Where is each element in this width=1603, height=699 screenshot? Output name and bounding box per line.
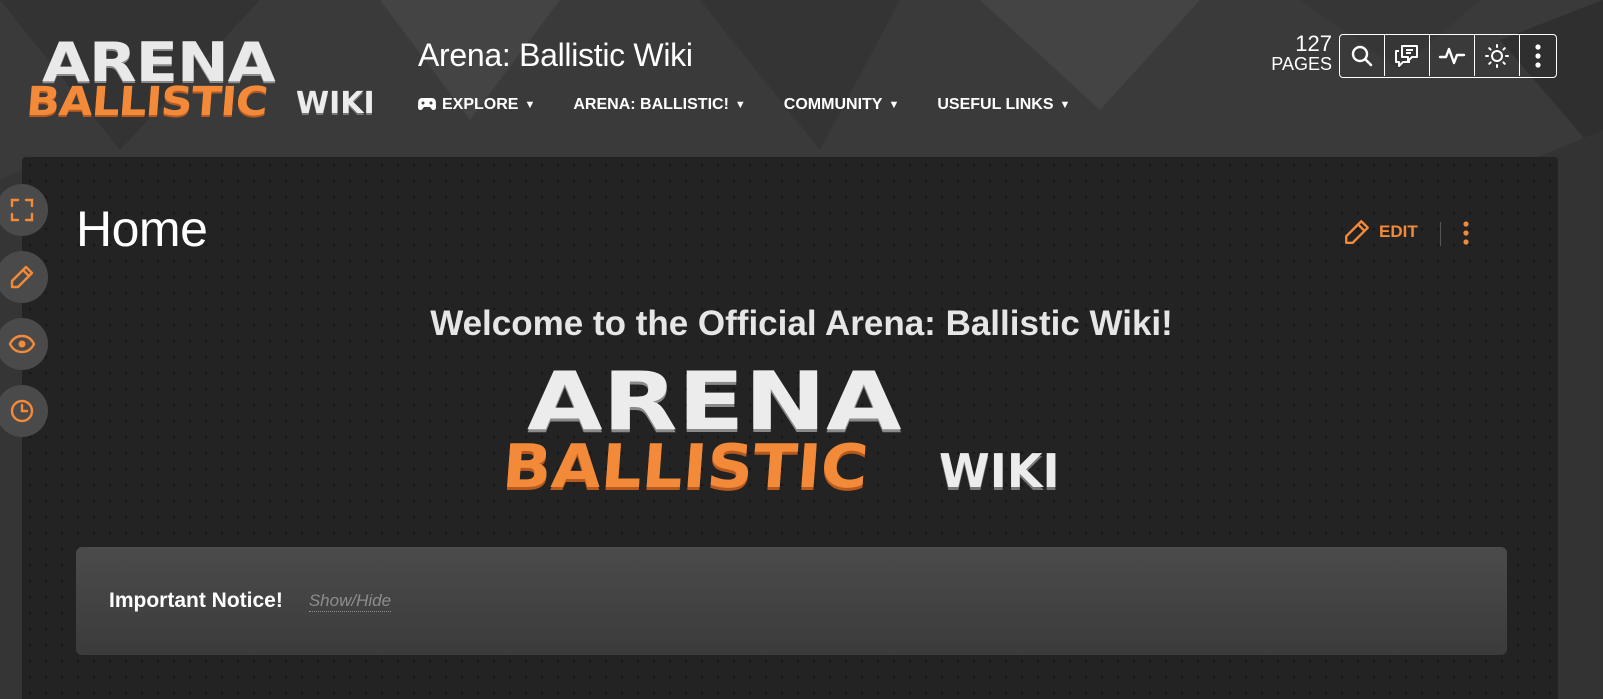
search-icon (1351, 45, 1373, 66)
nav-arena-ballistic[interactable]: ARENA: BALLISTIC! ▼ (573, 96, 745, 114)
page-actions-more-button[interactable] (1462, 220, 1470, 251)
banner-text-ballistic: BALLISTIC (500, 432, 871, 502)
logo-text-wiki: WIKI (296, 86, 375, 121)
nav-community[interactable]: COMMUNITY ▼ (784, 96, 900, 114)
notice-show-hide-toggle[interactable]: Show/Hide (308, 591, 392, 612)
edit-pencil-icon (10, 265, 34, 289)
search-button[interactable] (1340, 35, 1385, 76)
nav-useful-links-label: USEFUL LINKS (937, 96, 1054, 113)
page-count: 127 PAGES (1262, 31, 1332, 75)
caret-down-icon: ▼ (888, 99, 900, 111)
action-divider (1440, 222, 1441, 246)
more-icon (1463, 221, 1469, 245)
banner-text-arena: ARENA (527, 355, 902, 448)
page-count-label: PAGES (1271, 54, 1332, 74)
caret-down-icon: ▼ (524, 99, 536, 111)
important-notice-box: Important Notice! Show/Hide (76, 547, 1507, 655)
wiki-banner-logo: ARENA BALLISTIC WIKI (500, 355, 1085, 512)
main-navigation: EXPLORE ▼ ARENA: BALLISTIC! ▼ COMMUNITY … (418, 96, 1108, 114)
notice-title: Important Notice! (109, 589, 283, 612)
banner-text-wiki: WIKI (939, 444, 1060, 498)
welcome-heading: Welcome to the Official Arena: Ballistic… (430, 304, 1173, 343)
nav-explore[interactable]: EXPLORE ▼ (418, 96, 535, 114)
edit-button[interactable]: EDIT (1343, 218, 1418, 246)
edit-label: EDIT (1379, 222, 1418, 241)
discussions-button[interactable] (1385, 35, 1430, 76)
history-clock-icon (10, 399, 34, 423)
gamepad-icon (418, 97, 436, 114)
fullscreen-icon (10, 198, 34, 222)
wiki-tools-toolbar (1339, 34, 1557, 78)
recent-activity-button[interactable] (1430, 35, 1475, 76)
nav-community-label: COMMUNITY (783, 96, 883, 113)
nav-explore-label: EXPLORE (442, 96, 519, 113)
nav-useful-links[interactable]: USEFUL LINKS ▼ (937, 96, 1070, 114)
more-tools-button[interactable] (1520, 35, 1556, 76)
logo-text-ballistic: BALLISTIC (24, 79, 269, 125)
theme-toggle-button[interactable] (1475, 35, 1520, 76)
page-count-number: 127 (1295, 31, 1332, 56)
more-icon (1535, 43, 1541, 68)
edit-pencil-icon (1345, 220, 1369, 244)
nav-arena-ballistic-label: ARENA: BALLISTIC! (573, 96, 729, 113)
caret-down-icon: ▼ (734, 99, 746, 111)
site-title[interactable]: Arena: Ballistic Wiki (418, 37, 693, 74)
discussions-icon (1395, 44, 1418, 67)
activity-icon (1438, 47, 1466, 64)
page-title: Home (76, 201, 208, 257)
caret-down-icon: ▼ (1059, 99, 1071, 111)
theme-toggle-icon (1485, 43, 1509, 68)
wiki-logo[interactable]: ARENA BALLISTIC WIKI (24, 36, 388, 128)
